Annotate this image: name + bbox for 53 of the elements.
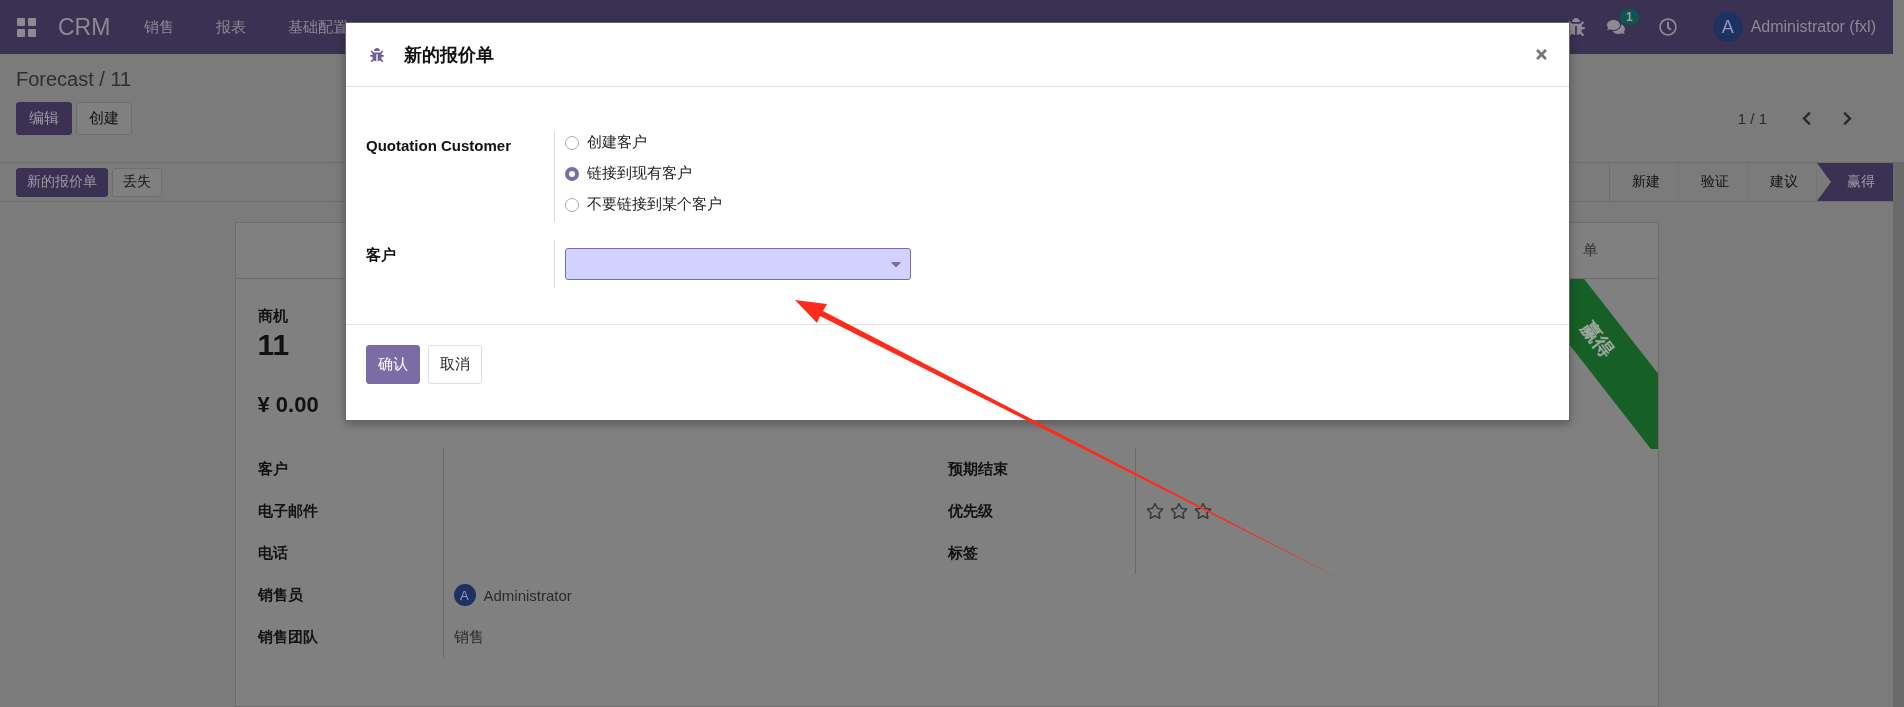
confirm-button[interactable]: 确认 xyxy=(366,345,420,384)
radio-button[interactable] xyxy=(565,166,579,181)
field-text: Administrator xyxy=(483,586,572,604)
stage-step[interactable]: 新建 xyxy=(1610,163,1679,201)
radio-label[interactable]: 创建客户 xyxy=(587,133,647,152)
field-label: 销售团队 xyxy=(257,626,319,647)
header-button[interactable]: 新的报价单 xyxy=(16,167,108,197)
field-text: 销售 xyxy=(453,627,484,647)
dialog-title: 新的报价单 xyxy=(404,43,494,67)
notification-count: 1 xyxy=(1619,9,1639,25)
radio-label[interactable]: 不要链接到某个客户 xyxy=(587,195,722,214)
apps-icon[interactable] xyxy=(17,17,36,37)
stage-step[interactable]: 建议 xyxy=(1748,163,1817,201)
star-icon[interactable] xyxy=(1169,502,1188,520)
stage-step[interactable]: 验证 xyxy=(1679,163,1748,201)
menu-item[interactable]: 销售 xyxy=(144,17,175,37)
user-name[interactable]: Administrator (fxl) xyxy=(1750,18,1876,36)
edit-button[interactable]: 编辑 xyxy=(16,102,72,135)
clock-icon[interactable] xyxy=(1658,18,1677,36)
chat-icon[interactable] xyxy=(1606,18,1625,36)
priority-stars[interactable] xyxy=(1145,502,1212,520)
field-label: 标签 xyxy=(947,542,979,563)
revenue: ¥ 0.00 xyxy=(257,392,319,418)
pager: 1 / 1 xyxy=(1737,110,1767,127)
star-icon[interactable] xyxy=(1193,502,1212,520)
field-label: 预期结束 xyxy=(947,458,1009,479)
field-label: 电子邮件 xyxy=(257,500,319,521)
breadcrumb: Forecast / 11 xyxy=(16,68,133,91)
header-button[interactable]: 丢失 xyxy=(112,167,162,197)
app-name[interactable]: CRM xyxy=(58,13,111,41)
customer-select[interactable] xyxy=(565,248,911,280)
bug-icon xyxy=(370,47,384,62)
cancel-button[interactable]: 取消 xyxy=(428,345,482,384)
stage-step[interactable]: 赢得 xyxy=(1817,163,1893,201)
field-label: Quotation Customer xyxy=(366,136,512,154)
smart-button-label[interactable]: 单 xyxy=(1582,241,1598,260)
field-label: 电话 xyxy=(257,542,289,563)
radio-label[interactable]: 链接到现有客户 xyxy=(587,164,692,183)
user-avatar[interactable]: A xyxy=(1712,12,1743,42)
create-button[interactable]: 创建 xyxy=(76,102,132,135)
user-avatar: A xyxy=(453,584,476,606)
bug-icon[interactable] xyxy=(1566,18,1585,36)
field-label: 优先级 xyxy=(947,500,994,521)
field-label: 客户 xyxy=(366,245,397,265)
radio-button[interactable] xyxy=(565,135,579,150)
record-name: 11 xyxy=(257,328,290,362)
field-label: 商机 xyxy=(257,307,288,326)
star-icon[interactable] xyxy=(1145,502,1164,520)
field-label: 销售员 xyxy=(257,584,304,605)
field-label: 客户 xyxy=(257,458,289,479)
radio-button[interactable] xyxy=(565,197,579,212)
scrollbar[interactable] xyxy=(1893,162,1904,707)
menu-item[interactable]: 报表 xyxy=(216,17,247,37)
